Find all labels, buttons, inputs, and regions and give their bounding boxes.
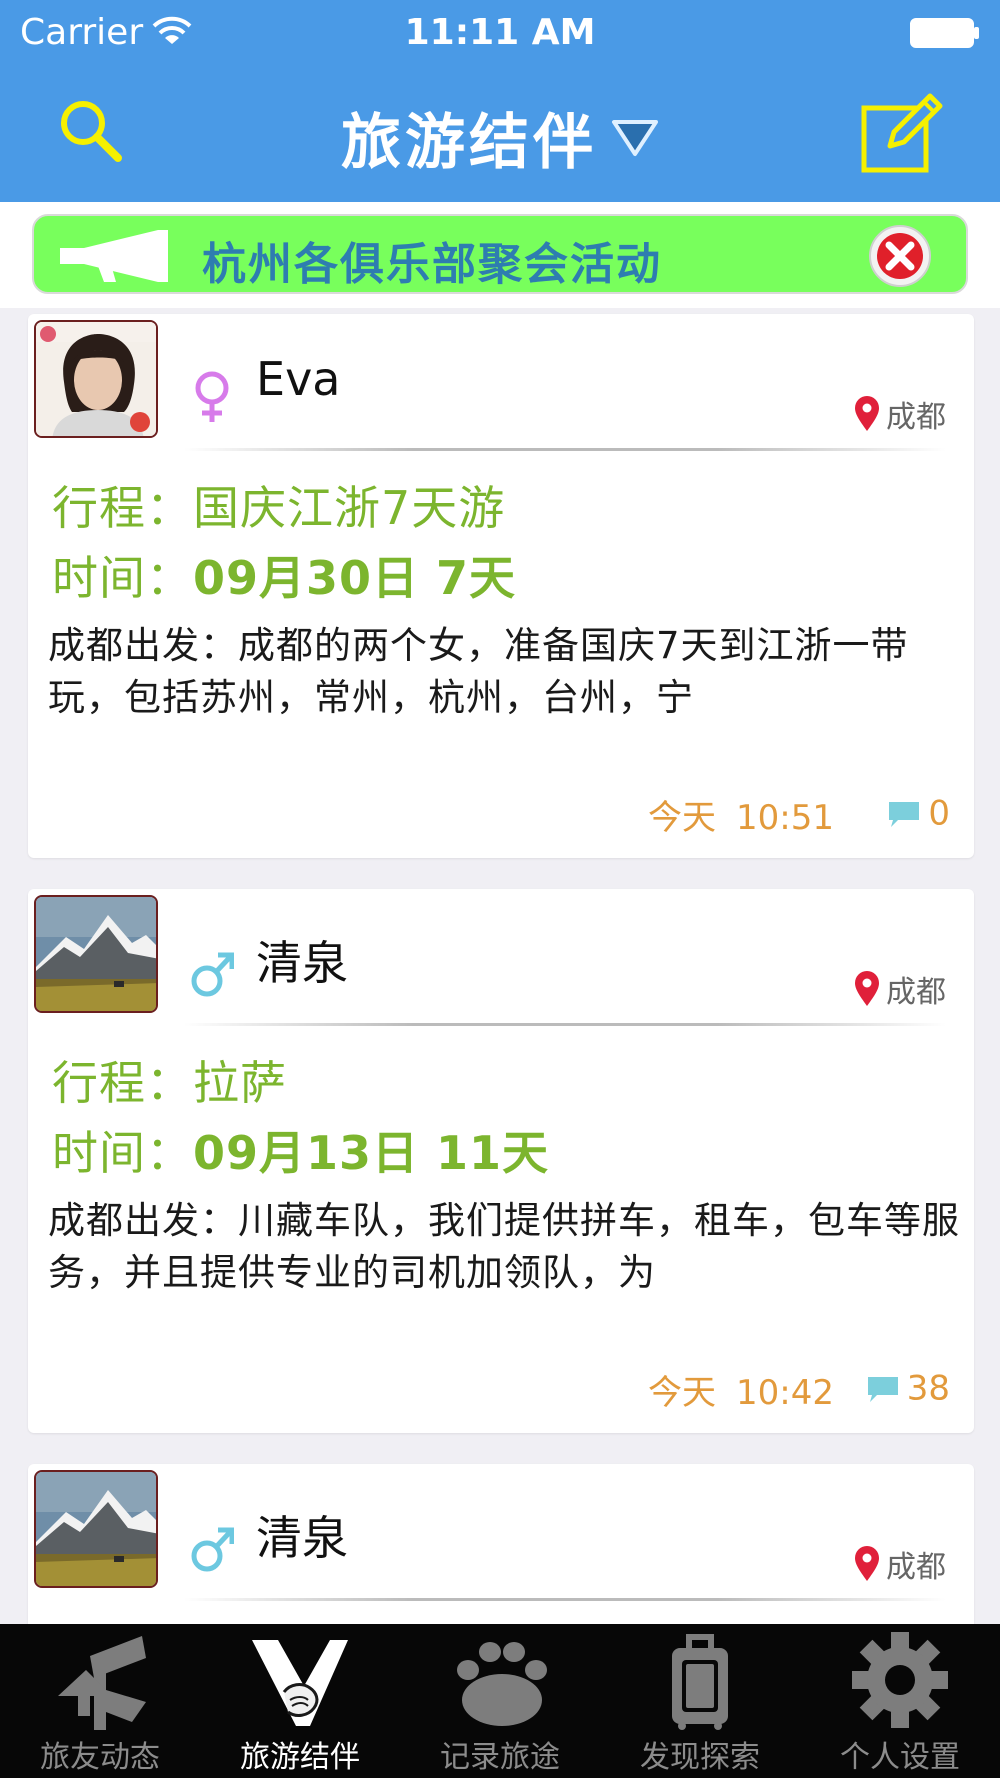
signpost-icon — [58, 1636, 146, 1730]
location-text: 成都 — [886, 1550, 946, 1585]
comments-button[interactable]: 0 — [886, 792, 950, 834]
location-text: 成都 — [886, 400, 946, 435]
avatar[interactable] — [34, 320, 158, 438]
male-icon — [191, 1527, 234, 1572]
tab-label: 发现探索 — [640, 1740, 760, 1775]
tab-travel-companion[interactable]: 旅游结伴 — [200, 1624, 400, 1778]
comments-button[interactable]: 38 — [865, 1367, 950, 1409]
post-day: 今天 — [648, 798, 717, 838]
tab-settings[interactable]: 个人设置 — [800, 1624, 1000, 1778]
male-icon — [191, 952, 234, 997]
divider — [184, 1023, 946, 1026]
user-name[interactable]: Eva — [256, 352, 340, 406]
status-bar: Carrier 11:11 AM — [0, 0, 1000, 66]
tab-label: 旅友动态 — [40, 1740, 160, 1775]
location-pin-icon — [855, 396, 879, 431]
announcement-text: 杭州各俱乐部聚会活动 — [202, 239, 662, 290]
time-value: 09月30日 7天 — [193, 551, 517, 605]
nav-title-dropdown[interactable]: 旅游结伴 — [0, 94, 1000, 181]
tab-friends-feed[interactable]: 旅友动态 — [0, 1624, 200, 1778]
trip-label: 行程： — [52, 481, 193, 535]
comment-count: 0 — [928, 793, 950, 834]
time-line: 时间：09月30日 7天 — [52, 542, 516, 608]
trip-value: 拉萨 — [193, 1056, 287, 1110]
post-description: 成都出发：川藏车队，我们提供拼车，租车，包车等服务，并且提供专业的司机加领队，为 — [48, 1199, 960, 1294]
location: 成都 — [854, 392, 946, 436]
post-timestamp: 今天 10:51 — [648, 790, 834, 839]
time-label: 时间： — [52, 551, 193, 605]
status-time: 11:11 AM — [404, 12, 596, 53]
screen: Carrier 11:11 AM 旅游结伴 杭州各俱乐部聚会活动 Eva 成都 … — [0, 0, 1000, 1778]
post-timestamp: 今天 10:42 — [648, 1365, 834, 1414]
tab-record-journey[interactable]: 记录旅途 — [400, 1624, 600, 1778]
megaphone-icon — [60, 230, 168, 282]
tab-label: 记录旅途 — [440, 1740, 560, 1775]
triangle-down-icon — [612, 119, 658, 156]
comment-bubble-icon — [867, 1376, 898, 1402]
post-description: 成都出发：成都的两个女，准备国庆7天到江浙一带玩，包括苏州，常州，杭州，台州，宁 — [48, 624, 909, 719]
location-pin-icon — [855, 971, 879, 1006]
tab-discover[interactable]: 发现探索 — [600, 1624, 800, 1778]
post-card[interactable]: Eva 成都 行程：国庆江浙7天游 时间：09月30日 7天 成都出发：成都的两… — [28, 314, 974, 858]
location-pin-icon — [855, 1546, 879, 1581]
tab-label: 个人设置 — [840, 1740, 960, 1775]
suitcase-icon — [672, 1634, 728, 1730]
female-icon — [195, 371, 229, 422]
divider — [184, 1598, 946, 1601]
time-label: 时间： — [52, 1126, 193, 1180]
location: 成都 — [854, 1542, 946, 1586]
location-text: 成都 — [886, 975, 946, 1010]
user-name[interactable]: 清泉 — [256, 1502, 348, 1568]
comment-count: 38 — [906, 1368, 950, 1409]
trip-line: 行程：拉萨 — [52, 1047, 287, 1113]
holding-hands-icon — [252, 1640, 348, 1726]
paw-print-icon — [457, 1642, 547, 1726]
avatar[interactable] — [34, 895, 158, 1013]
page-title: 旅游结伴 — [341, 108, 597, 178]
comment-bubble-icon — [889, 801, 920, 827]
post-clock: 10:42 — [736, 1373, 834, 1413]
avatar[interactable] — [34, 1470, 158, 1588]
time-value: 09月13日 11天 — [193, 1126, 550, 1180]
nav-bar: 旅游结伴 — [0, 66, 1000, 202]
tab-bar: 旅友动态 旅游结伴 记录旅途 发现探索 个人设置 — [0, 1624, 1000, 1778]
trip-label: 行程： — [52, 1056, 193, 1110]
time-line: 时间：09月13日 11天 — [52, 1117, 549, 1183]
post-clock: 10:51 — [736, 798, 834, 838]
gear-icon — [852, 1632, 948, 1728]
location: 成都 — [854, 967, 946, 1011]
post-day: 今天 — [648, 1373, 717, 1413]
compose-icon[interactable] — [860, 90, 944, 174]
divider — [184, 448, 946, 451]
close-icon[interactable] — [868, 224, 932, 288]
user-name[interactable]: 清泉 — [256, 927, 348, 993]
post-card[interactable]: 清泉 成都 行程：拉萨 时间：09月13日 11天 成都出发：川藏车队，我们提供… — [28, 889, 974, 1433]
trip-value: 国庆江浙7天游 — [193, 481, 506, 535]
trip-line: 行程：国庆江浙7天游 — [52, 472, 505, 538]
tab-label: 旅游结伴 — [240, 1740, 360, 1775]
announcement-banner[interactable]: 杭州各俱乐部聚会活动 — [32, 214, 968, 294]
battery-icon — [910, 18, 979, 48]
